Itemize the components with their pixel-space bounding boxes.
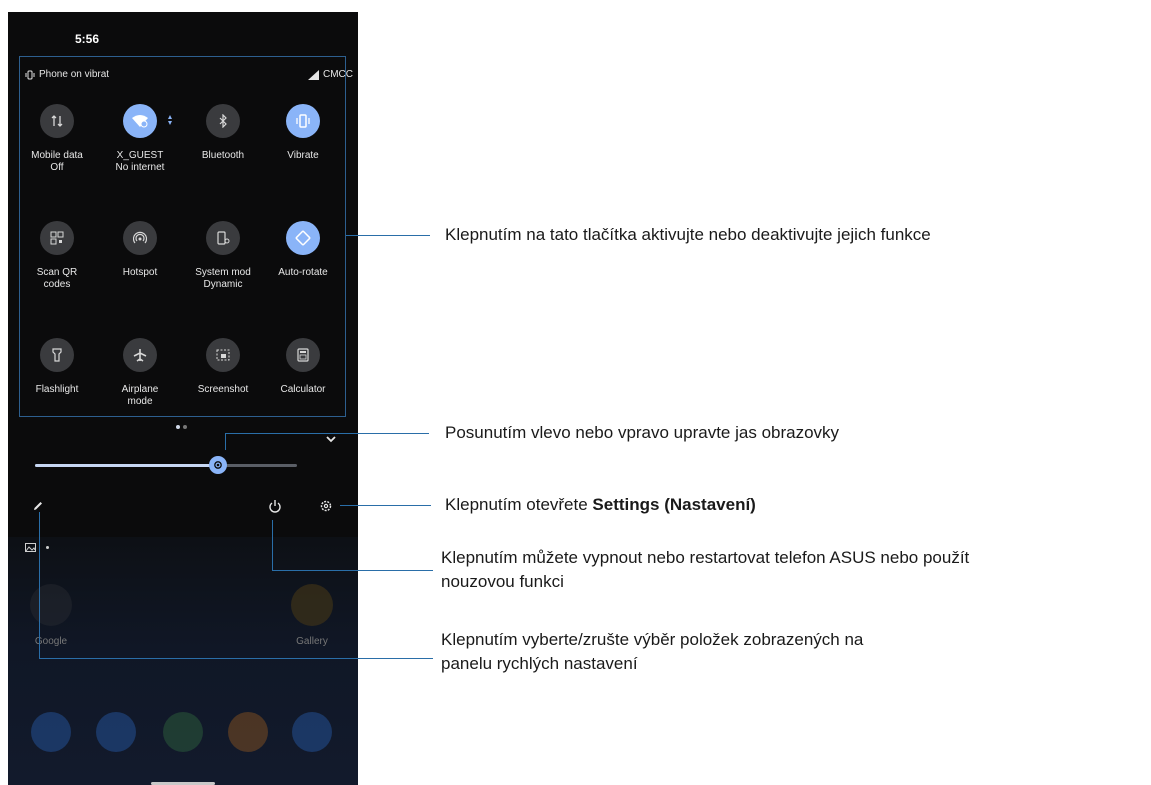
phone-app-icon[interactable] (31, 712, 71, 752)
brightness-handle[interactable] (209, 456, 228, 474)
tile-label: Airplane mode (121, 384, 159, 407)
tile-label: Auto-rotate (278, 267, 328, 278)
calculator-icon (286, 338, 320, 372)
screenshot-icon (206, 338, 240, 372)
ringer-status-text: Phone on vibrat (39, 69, 110, 80)
wifi-expand-icon[interactable] (167, 114, 173, 126)
gallery-app-label: Gallery (296, 636, 328, 647)
settings-annotation-prefix: Klepnutím otevřete (445, 495, 593, 514)
google-folder-icon[interactable] (30, 584, 72, 626)
airplane-icon (123, 338, 157, 372)
notification-dot (46, 546, 49, 549)
chevron-down-icon[interactable] (324, 432, 338, 446)
tile-label: Bluetooth (201, 150, 245, 161)
messages-app-icon[interactable] (96, 712, 136, 752)
tile-flashlight[interactable]: Flashlight (18, 338, 96, 396)
tile-system-mode[interactable]: System mod Dynamic (184, 221, 262, 291)
power-callout-line-h (272, 570, 433, 571)
image-notification-icon (25, 543, 36, 552)
tile-scan-qr[interactable]: Scan QR codes (18, 221, 96, 291)
vibrate-status-icon (25, 70, 35, 79)
page-indicator (176, 425, 187, 429)
carrier-status: CMCC (308, 69, 353, 80)
brightness-slider[interactable] (35, 464, 297, 467)
status-time: 5:56 (75, 32, 100, 46)
tile-calculator[interactable]: Calculator (264, 338, 342, 396)
auto-rotate-icon (286, 221, 320, 255)
tile-label: Hotspot (122, 267, 158, 278)
tile-hotspot[interactable]: Hotspot (101, 221, 179, 279)
settings-gear-icon[interactable] (319, 499, 333, 513)
brightness-annotation: Posunutím vlevo nebo vpravo upravte jas … (445, 423, 840, 442)
page-dot-active (176, 425, 180, 429)
tile-label: System mod Dynamic (195, 267, 251, 290)
power-annotation-line1: Klepnutím můžete vypnout nebo restartova… (441, 548, 970, 567)
signal-icon (308, 69, 319, 80)
quick-settings-footer (8, 492, 358, 532)
bluetooth-icon (206, 104, 240, 138)
tile-airplane[interactable]: Airplane mode (101, 338, 179, 408)
power-icon[interactable] (268, 499, 282, 513)
power-annotation-line2: nouzovou funkci (441, 572, 564, 591)
tile-screenshot[interactable]: Screenshot (184, 338, 262, 396)
wifi-icon (123, 104, 157, 138)
hotspot-icon (123, 221, 157, 255)
tile-vibrate[interactable]: Vibrate (264, 104, 342, 162)
brightness-callout-line-h (225, 433, 429, 434)
system-mode-icon (206, 221, 240, 255)
tile-mobile-data[interactable]: Mobile data Off (18, 104, 96, 174)
settings-annotation-bold: Settings (Nastavení) (592, 495, 756, 514)
google-folder-label: Google (34, 636, 68, 647)
gallery-app-icon[interactable] (291, 584, 333, 626)
settings-callout-line (340, 505, 431, 506)
play-store-icon[interactable] (163, 712, 203, 752)
brightness-callout-line-v (225, 433, 226, 450)
tile-label: Vibrate (287, 150, 319, 161)
tile-label: Flashlight (35, 384, 79, 395)
vibrate-icon (286, 104, 320, 138)
tile-auto-rotate[interactable]: Auto-rotate (264, 221, 342, 279)
tile-label: Calculator (280, 384, 326, 395)
edit-annotation-line1: Klepnutím vyberte/zrušte výběr položek z… (441, 630, 864, 649)
edit-annotation: Klepnutím vyberte/zrušte výběr položek z… (441, 628, 863, 676)
phone-screen: 5:56 Phone on vibrat CMCC Mobile data Of… (8, 12, 358, 785)
mobile-data-icon (40, 104, 74, 138)
tile-label: Scan QR codes (36, 267, 78, 290)
qr-code-icon (40, 221, 74, 255)
tile-label: Screenshot (197, 384, 249, 395)
tiles-callout-line (346, 235, 430, 236)
edit-callout-line-v (39, 512, 40, 658)
power-callout-line-v (272, 520, 273, 570)
tile-label: Mobile data Off (31, 150, 83, 173)
tile-label: X_GUEST No internet (115, 150, 165, 173)
tile-wifi[interactable]: X_GUEST No internet (101, 104, 179, 174)
tile-bluetooth[interactable]: Bluetooth (184, 104, 262, 162)
settings-annotation: Klepnutím otevřete Settings (Nastavení) (445, 493, 756, 517)
flashlight-icon (40, 338, 74, 372)
brightness-icon (214, 461, 223, 469)
edit-pencil-icon[interactable] (32, 500, 44, 512)
tiles-annotation: Klepnutím na tato tlačítka aktivujte neb… (445, 225, 931, 244)
carrier-name: CMCC (323, 69, 353, 80)
edit-callout-line-h (39, 658, 433, 659)
camera-app-icon[interactable] (292, 712, 332, 752)
notification-icons (25, 543, 49, 552)
power-annotation: Klepnutím můžete vypnout nebo restartova… (441, 546, 969, 594)
chrome-app-icon[interactable] (228, 712, 268, 752)
brightness-fill (35, 464, 219, 467)
page-dot (183, 425, 187, 429)
ringer-status: Phone on vibrat (25, 69, 109, 80)
edit-annotation-line2: panelu rychlých nastavení (441, 654, 638, 673)
